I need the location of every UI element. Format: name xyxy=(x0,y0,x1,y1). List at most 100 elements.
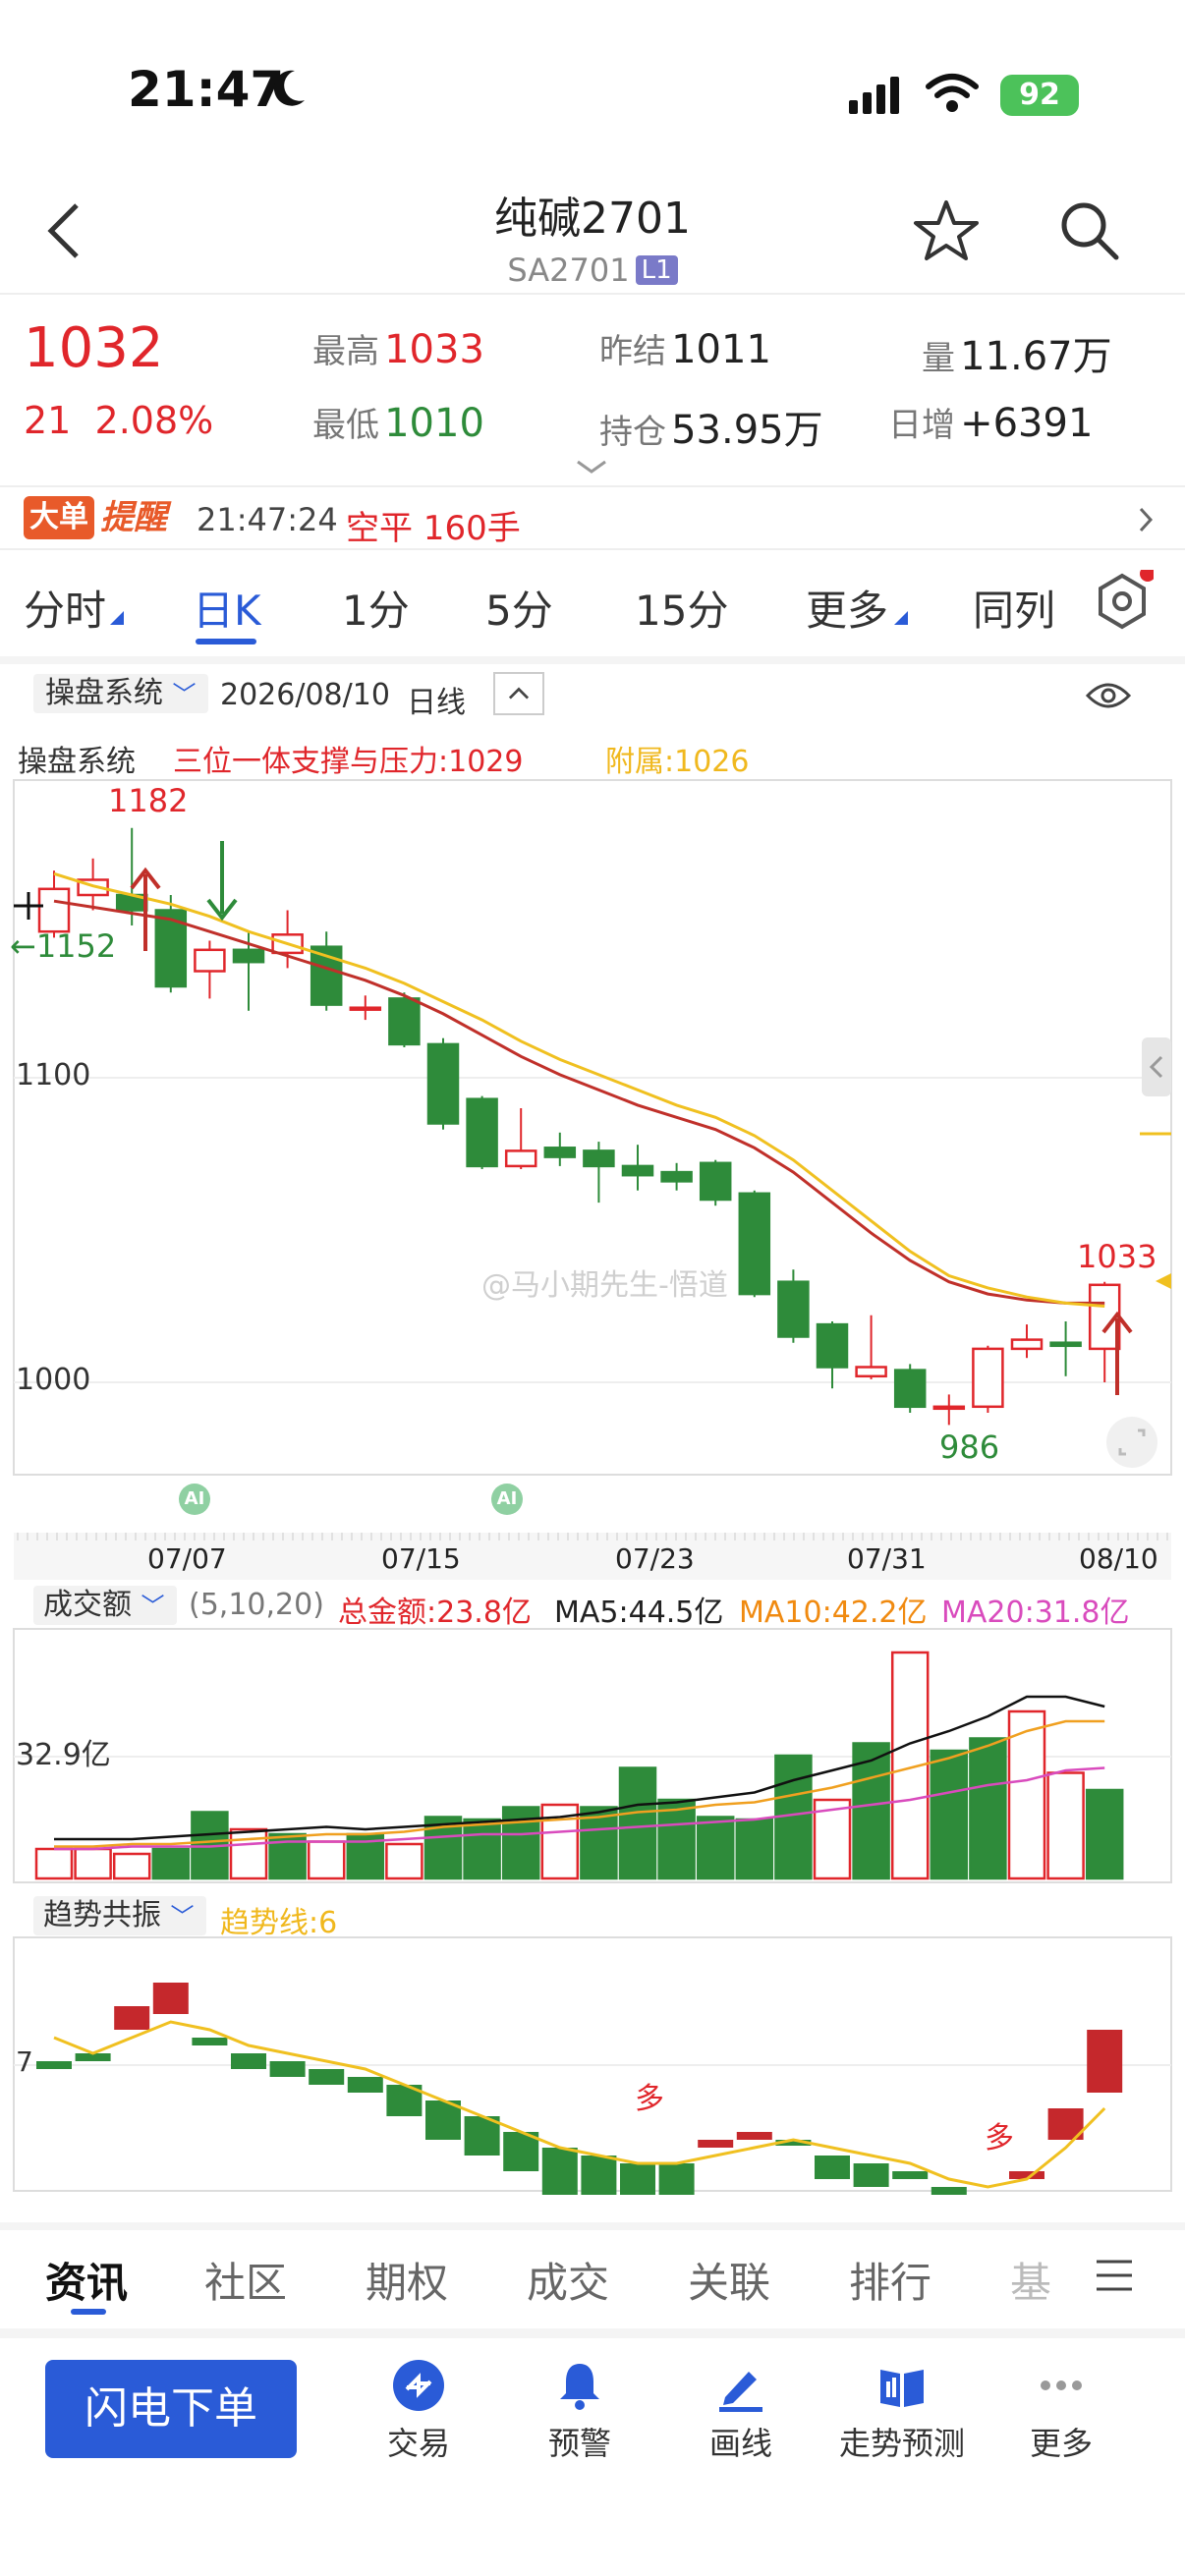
expand-chevron-icon[interactable] xyxy=(574,458,609,476)
candle xyxy=(855,1315,887,1379)
tab-5min[interactable]: 5分 xyxy=(485,578,553,638)
tab-community[interactable]: 社区 xyxy=(204,2250,287,2310)
x-label: 07/07 xyxy=(147,1542,227,1575)
nav-forecast[interactable]: 走势预测 xyxy=(833,2358,971,2464)
level-badge: L1 xyxy=(635,255,678,285)
tab-timeshare[interactable]: 分时 xyxy=(24,578,106,638)
tab-ranking[interactable]: 排行 xyxy=(849,2250,931,2310)
menu-icon[interactable] xyxy=(1095,2258,1134,2293)
trend-bar xyxy=(152,1983,189,2014)
trend-bar xyxy=(698,2140,734,2148)
trend-bar xyxy=(541,2148,578,2195)
tab-15min[interactable]: 15分 xyxy=(635,578,728,638)
volume-bar xyxy=(463,1818,501,1880)
volume-dropdown[interactable]: 成交额 ﹀ xyxy=(33,1586,177,1625)
symbol-code: SA2701 xyxy=(507,252,630,289)
volume-params: (5,10,20) xyxy=(189,1588,324,1622)
chart-date: 2026/08/10 xyxy=(220,678,390,712)
low-field: 最低 1010 xyxy=(312,401,484,446)
divider xyxy=(0,2222,1185,2230)
eye-icon[interactable] xyxy=(1085,678,1132,713)
trend-dropdown[interactable]: 趋势共振 ﹀ xyxy=(33,1896,206,1935)
side-panel-handle[interactable] xyxy=(1142,1037,1171,1096)
candlestick-chart[interactable]: 1100 1000 1182 ←1152 986 1033 @马小期先生-悟道 xyxy=(0,766,1185,1493)
trend-bar xyxy=(269,2061,306,2077)
volume-total: 总金额:23.8亿 xyxy=(338,1596,532,1630)
trend-bar xyxy=(347,2077,383,2093)
system-dropdown[interactable]: 操盘系统 ﹀ xyxy=(33,674,208,713)
trend-bar xyxy=(114,2006,150,2030)
trend-bar xyxy=(736,2132,772,2140)
flash-order-button[interactable]: 闪电下单 xyxy=(45,2360,297,2458)
volume-bar xyxy=(74,1847,112,1880)
candle xyxy=(426,1037,460,1130)
trend-bar xyxy=(892,2171,929,2179)
volume-bar xyxy=(735,1818,774,1880)
fullscreen-button[interactable] xyxy=(1106,1417,1157,1468)
settings-hexagon-icon[interactable] xyxy=(1091,570,1154,633)
volume-bar xyxy=(34,1847,74,1880)
alert-text[interactable]: 空平 160手 xyxy=(346,501,521,549)
nav-trade[interactable]: 交易 xyxy=(350,2358,487,2464)
daily-increase-field: 日增 +6391 xyxy=(888,401,1094,446)
collapse-button[interactable] xyxy=(493,672,544,715)
nav-more[interactable]: 更多 xyxy=(992,2358,1130,2464)
candle xyxy=(699,1159,732,1206)
status-time: 21:47 xyxy=(128,61,285,118)
nav-draw[interactable]: 画线 xyxy=(672,2358,810,2464)
candle xyxy=(1049,1321,1082,1376)
tab-1min[interactable]: 1分 xyxy=(342,578,410,638)
alert-badge-label: 提醒 xyxy=(100,498,167,537)
candle xyxy=(621,1145,654,1191)
volume-bar xyxy=(969,1737,1007,1880)
tab-more[interactable]: 更多 xyxy=(806,578,888,638)
volume-chart[interactable]: 32.9亿 xyxy=(0,1627,1185,1884)
y-tick-1100: 1100 xyxy=(16,1058,90,1092)
tab-options[interactable]: 期权 xyxy=(366,2250,448,2310)
candle xyxy=(504,1108,537,1169)
high-annotation: 1182 xyxy=(108,782,188,819)
dropdown-corner-icon xyxy=(894,611,908,625)
sell-arrow-icon xyxy=(206,841,238,922)
x-label: 08/10 xyxy=(1079,1542,1158,1575)
trend-bar xyxy=(658,2163,695,2195)
high-field: 最高 1033 xyxy=(312,327,484,372)
pen-icon xyxy=(719,2372,762,2412)
ma-line-yellow xyxy=(53,871,1105,1308)
symbol-subtitle: SA2701 L1 xyxy=(0,252,1185,289)
ai-badge[interactable]: AI xyxy=(491,1484,523,1515)
x-label: 07/31 xyxy=(847,1542,927,1575)
candle xyxy=(932,1394,966,1426)
tab-related[interactable]: 关联 xyxy=(688,2250,770,2310)
candle xyxy=(466,1095,498,1169)
volume-bar xyxy=(1046,1771,1085,1880)
tab-active-indicator xyxy=(196,639,256,644)
price-marker xyxy=(1156,1273,1171,1289)
chevron-right-icon[interactable] xyxy=(1136,505,1156,534)
candle xyxy=(583,1142,615,1204)
star-icon[interactable] xyxy=(912,196,981,265)
tab-daily-k[interactable]: 日K xyxy=(193,578,261,638)
candle xyxy=(194,940,226,999)
candle xyxy=(893,1364,927,1413)
nav-alert[interactable]: 预警 xyxy=(511,2358,649,2464)
ai-badge[interactable]: AI xyxy=(179,1484,210,1515)
trend-line xyxy=(53,2020,1106,2189)
volume-bar xyxy=(229,1827,268,1880)
forecast-book-icon xyxy=(880,2370,924,2407)
tab-trades[interactable]: 成交 xyxy=(527,2250,609,2310)
trend-bar xyxy=(192,2038,228,2045)
low-annotation: 986 xyxy=(939,1428,999,1466)
tab-fundamentals[interactable]: 基 xyxy=(1010,2250,1051,2310)
search-icon[interactable] xyxy=(1055,196,1124,265)
tab-news[interactable]: 资讯 xyxy=(45,2250,128,2310)
time-axis: 07/07 07/15 07/23 07/31 08/10 xyxy=(14,1533,1171,1580)
trend-chart[interactable]: 7 多 多 xyxy=(0,1935,1185,2195)
chart-period: 日线 xyxy=(407,686,466,720)
candle xyxy=(660,1162,693,1191)
volume-ma10: MA10:42.2亿 xyxy=(739,1596,928,1630)
trend-bar xyxy=(815,2156,850,2179)
divider xyxy=(0,548,1185,550)
tab-same-list[interactable]: 同列 xyxy=(973,578,1055,638)
alert-time: 21:47:24 xyxy=(197,501,338,538)
